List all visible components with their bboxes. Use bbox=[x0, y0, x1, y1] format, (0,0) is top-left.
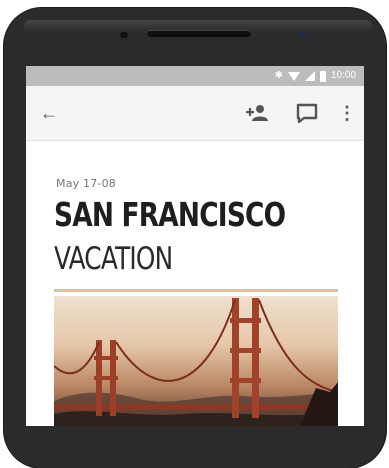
battery-icon bbox=[319, 70, 326, 82]
article-date: May 17-08 bbox=[56, 177, 117, 190]
bluetooth-icon: ✱ bbox=[274, 70, 283, 81]
front-camera bbox=[300, 32, 306, 38]
app-toolbar: ← ⋮ bbox=[26, 86, 364, 141]
title-divider bbox=[54, 289, 338, 292]
article-title-line-1: SAN FRANCISCO bbox=[54, 195, 286, 234]
wifi-icon bbox=[287, 71, 300, 81]
article-title-line-2: VACATION bbox=[54, 241, 173, 277]
phone-device: ✱ 10:00 ← ⋮ May 17-08 SAN FRANCISCO VACA… bbox=[0, 0, 389, 468]
add-person-icon[interactable] bbox=[244, 102, 270, 124]
status-bar: ✱ 10:00 bbox=[26, 66, 364, 86]
golden-gate-bridge-image bbox=[54, 296, 338, 426]
phone-screen: ✱ 10:00 ← ⋮ May 17-08 SAN FRANCISCO VACA… bbox=[26, 66, 364, 426]
earpiece-speaker bbox=[147, 30, 251, 37]
status-time: 10:00 bbox=[330, 70, 356, 81]
article-content: May 17-08 SAN FRANCISCO VACATION bbox=[26, 141, 364, 426]
bridge-illustration bbox=[54, 298, 338, 426]
proximity-sensor bbox=[120, 32, 128, 38]
back-arrow-icon[interactable]: ← bbox=[38, 102, 60, 124]
signal-icon bbox=[304, 71, 315, 81]
status-icons: ✱ 10:00 bbox=[275, 69, 356, 83]
more-vert-icon[interactable]: ⋮ bbox=[338, 102, 356, 124]
comment-icon[interactable] bbox=[296, 103, 318, 123]
